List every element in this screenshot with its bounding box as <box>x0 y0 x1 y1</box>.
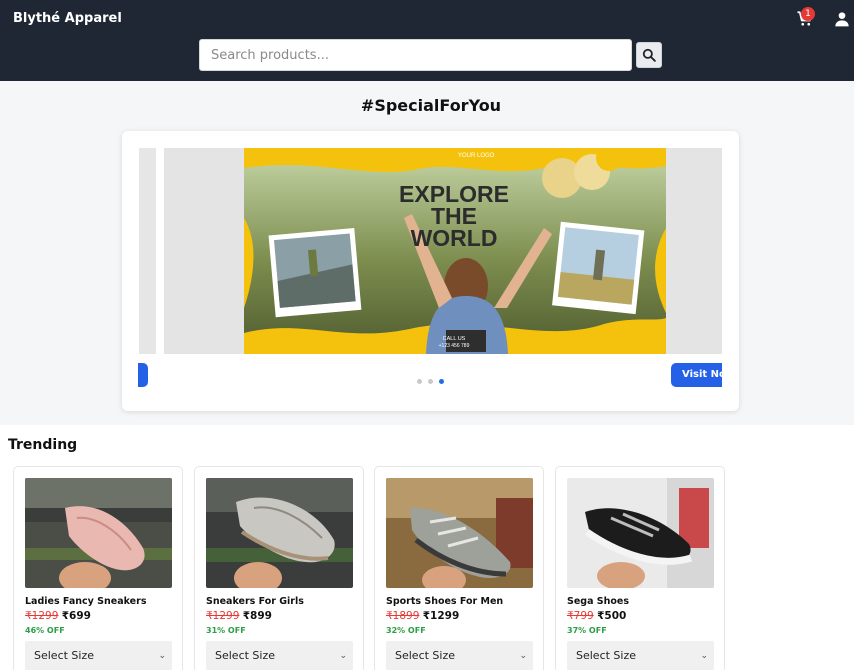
product-name[interactable]: Sneakers For Girls <box>206 596 304 607</box>
product-discount: 37% OFF <box>567 626 607 635</box>
product-price: ₹500 <box>597 610 627 622</box>
slide-phone: +123 456 789 <box>439 343 470 349</box>
product-image[interactable] <box>206 478 353 588</box>
product-card[interactable]: Ladies Fancy Sneakers ₹1299 ₹699 46% OFF… <box>13 466 183 670</box>
travel-banner-image: EXPLORE THE WORLD YOUR LOGO CALL US +123… <box>164 148 722 354</box>
top-header: Blythé Apparel 1 <box>0 0 854 81</box>
size-select[interactable]: Select Size ⌄ <box>386 641 533 670</box>
slide-logo-text: YOUR LOGO <box>458 153 495 159</box>
product-old-price: ₹1299 <box>206 610 240 622</box>
chevron-down-icon: ⌄ <box>519 651 527 661</box>
search-icon <box>642 48 656 62</box>
product-price: ₹899 <box>242 610 272 622</box>
product-name[interactable]: Sega Shoes <box>567 596 629 607</box>
product-card[interactable]: Sneakers For Girls ₹1299 ₹899 31% OFF Se… <box>194 466 364 670</box>
user-icon[interactable] <box>834 11 850 27</box>
product-prices: ₹1299 ₹899 <box>206 610 272 622</box>
trending-title: Trending <box>8 437 78 453</box>
chevron-down-icon: ⌄ <box>700 651 708 661</box>
product-old-price: ₹799 <box>567 610 594 622</box>
previous-slide-peek[interactable] <box>139 148 156 354</box>
chevron-down-icon: ⌄ <box>158 651 166 661</box>
product-image[interactable] <box>25 478 172 588</box>
size-select-label: Select Size <box>34 649 95 662</box>
product-old-price: ₹1899 <box>386 610 420 622</box>
promo-carousel[interactable]: EXPLORE THE WORLD YOUR LOGO CALL US +123… <box>122 131 739 411</box>
product-image[interactable] <box>386 478 533 588</box>
carousel-dot[interactable] <box>417 379 422 384</box>
product-discount: 32% OFF <box>386 626 426 635</box>
product-image[interactable] <box>567 478 714 588</box>
brand-logo[interactable]: Blythé Apparel <box>13 11 122 26</box>
size-select-label: Select Size <box>395 649 456 662</box>
product-old-price: ₹1299 <box>25 610 59 622</box>
hero-title: #SpecialForYou <box>360 96 502 115</box>
product-discount: 31% OFF <box>206 626 246 635</box>
product-price: ₹1299 <box>422 610 460 622</box>
slide-headline-3: WORLD <box>411 225 498 251</box>
size-select-label: Select Size <box>576 649 637 662</box>
size-select[interactable]: Select Size ⌄ <box>206 641 353 670</box>
product-discount: 46% OFF <box>25 626 65 635</box>
search-button[interactable] <box>636 42 662 68</box>
size-select[interactable]: Select Size ⌄ <box>25 641 172 670</box>
product-prices: ₹799 ₹500 <box>567 610 626 622</box>
carousel-dot-active[interactable] <box>439 379 444 384</box>
size-select[interactable]: Select Size ⌄ <box>567 641 714 670</box>
product-prices: ₹1899 ₹1299 <box>386 610 459 622</box>
product-name[interactable]: Ladies Fancy Sneakers <box>25 596 146 607</box>
slide-call-label: CALL US <box>443 336 466 342</box>
product-prices: ₹1299 ₹699 <box>25 610 91 622</box>
carousel-dot[interactable] <box>428 379 433 384</box>
cart-count-badge: 1 <box>801 7 815 21</box>
previous-slide-button[interactable] <box>138 363 148 387</box>
search-input[interactable] <box>199 39 632 71</box>
visit-now-button[interactable]: Visit Now <box>671 363 722 387</box>
product-card[interactable]: Sega Shoes ₹799 ₹500 37% OFF Select Size… <box>555 466 725 670</box>
product-name[interactable]: Sports Shoes For Men <box>386 596 503 607</box>
product-price: ₹699 <box>61 610 91 622</box>
chevron-down-icon: ⌄ <box>339 651 347 661</box>
carousel-slide[interactable]: EXPLORE THE WORLD YOUR LOGO CALL US +123… <box>164 148 722 354</box>
product-card[interactable]: Sports Shoes For Men ₹1899 ₹1299 32% OFF… <box>374 466 544 670</box>
size-select-label: Select Size <box>215 649 276 662</box>
